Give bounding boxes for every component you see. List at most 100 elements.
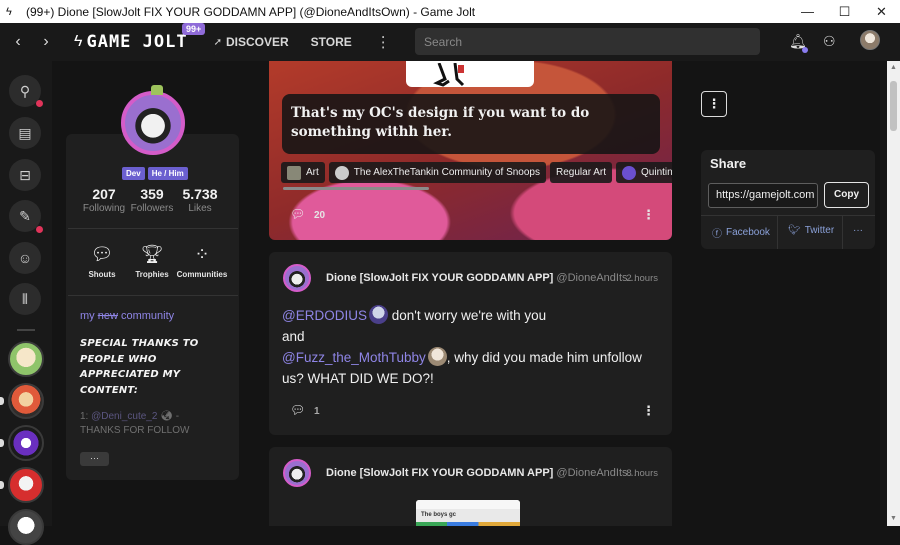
communities-tab[interactable]: ⁘ Communities [172,244,232,279]
profile-tags: Dev He / Him [122,167,188,180]
discover-label: DISCOVER [225,35,289,49]
notification-dot [802,47,808,53]
globe-emoji-icon: 🌏︎ [157,411,173,422]
scroll-up-arrow[interactable]: ▲ [887,61,900,75]
feed-post: Dione [SlowJolt FIX YOUR GODDAMN APP] @D… [269,447,672,526]
close-button[interactable]: ✕ [863,0,900,23]
post-tags: Art The AlexTheTankin Community of Snoop… [281,162,672,183]
community-link[interactable]: my new community [80,310,230,322]
tag-chip-quintin[interactable]: Quintin [616,162,672,183]
maximize-button[interactable]: ☐ [826,0,863,23]
post-options-icon[interactable]: ⋮ [642,207,655,223]
share-separator [842,216,843,249]
store-icon[interactable]: ▤ [9,117,41,149]
image-post: That's my OC's design if you want to do … [269,61,672,240]
comment-icon[interactable]: 💬︎ [290,403,305,417]
mention-erdodius[interactable]: @ERDODIUS [282,308,367,323]
post-options-icon[interactable]: ⋮ [642,403,655,419]
creator-notification-dot [36,226,43,233]
profile-avatar[interactable] [121,85,185,155]
comment-count: 1 [314,406,320,417]
chat-icon[interactable]: ☺ [9,242,41,274]
post-caption: That's my OC's design if you want to do … [282,94,660,154]
comment-icon[interactable]: 💬︎ [290,207,305,221]
community-active-indicator [0,397,4,405]
post-time[interactable]: 8 hours [626,468,658,479]
post-body: @ERDODIUS don't worry we're with you and… [282,305,652,389]
scroll-down-arrow[interactable]: ▼ [887,512,900,526]
share-url-field[interactable]: https://gamejolt.com [708,183,818,208]
feed-post: Dione [SlowJolt FIX YOUR GODDAMN APP] @D… [269,252,672,435]
author-name[interactable]: Dione [SlowJolt FIX YOUR GODDAMN APP] @D… [326,272,637,284]
discover-icon: ➚ [213,36,222,48]
copy-button[interactable]: Copy [824,182,869,208]
screenshot-strip [416,522,520,526]
store-link[interactable]: STORE [311,35,352,49]
post-screenshot-image[interactable]: The boys gc [416,500,520,526]
window-title: (99+) Dione [SlowJolt FIX YOUR GODDAMN A… [26,4,476,19]
tag-chip-community[interactable]: The AlexTheTankin Community of Snoops [328,162,546,183]
screenshot-chat-title: The boys gc [421,512,457,518]
quintin-thumb [622,165,637,180]
scroll-thumb[interactable] [890,81,897,131]
tag-chip-art[interactable]: Art [281,162,325,183]
community-avatar-5[interactable] [8,509,44,545]
more-share-button[interactable]: ··· [853,225,863,236]
back-arrow-icon[interactable]: ‹ [4,33,32,51]
top-navigation: ‹ › ϟ GAME JOLT 99+ ➚ DISCOVER STORE ⋮ S… [0,23,900,61]
community-avatar-2[interactable] [8,383,44,419]
library-icon[interactable]: ⫴ [9,283,41,315]
dev-tag: Dev [122,167,145,180]
author-handle: @DioneAndIts... [556,272,637,284]
game-jolt-logo[interactable]: ϟ GAME JOLT 99+ [74,23,206,52]
backpack-icon[interactable]: ⊟ [9,159,41,191]
activity-notification-dot [36,100,43,107]
likes-stat: 5.738 Likes [170,186,230,214]
facebook-share-button[interactable]: ⓕ Facebook [712,225,770,240]
pronoun-tag: He / Him [147,167,188,180]
profile-bio: my new community SPECIAL THANKS TO PEOPL… [80,310,230,438]
minimize-button[interactable]: — [789,0,826,23]
tag-chip-regular-art[interactable]: Regular Art [550,162,613,183]
mention-avatar [427,347,447,366]
communities-label: Communities [176,270,228,279]
twitter-share-button[interactable]: 🐦︎ Twitter [788,225,834,236]
logo-text: GAME JOLT [86,32,188,52]
mention-fuzz[interactable]: @Fuzz_the_MothTubby [282,350,426,365]
community-avatar-1[interactable] [8,341,44,377]
notification-count-badge: 99+ [182,23,206,35]
page-options-button[interactable]: ⋮ [701,91,727,117]
author-avatar[interactable] [283,264,311,292]
more-menu-icon[interactable]: ⋮ [376,33,391,51]
likes-count: 5.738 [182,186,218,202]
search-input[interactable]: Search [415,28,760,55]
thanks-list: 1: @Deni_cute_2 🌏︎ - THANKS FOR FOLLOW [80,411,190,436]
twitter-icon: 🐦︎ [788,225,801,236]
forward-arrow-icon[interactable]: › [32,33,60,51]
special-thanks-text: SPECIAL THANKS TO PEOPLE WHO APPRECIATED… [80,338,199,396]
profile-divider [68,228,238,229]
bio-expand-button[interactable]: ··· [80,452,109,466]
share-divider [701,215,875,216]
thanks-mention[interactable]: @Deni_cute_2 [91,411,157,422]
likes-label: Likes [188,203,212,214]
author-avatar[interactable] [283,459,311,487]
community-avatar-3[interactable] [8,425,44,461]
author-handle: @DioneAndIts... [556,467,637,479]
chips-scrollbar[interactable] [283,187,429,190]
sidebar-separator [17,329,35,331]
communities-icon: ⁘ [194,244,210,264]
community-active-indicator [0,481,4,489]
share-title: Share [710,156,747,171]
user-avatar[interactable] [860,30,880,50]
page-scrollbar[interactable]: ▲ ▼ [887,61,900,526]
oc-legs-drawing [433,63,465,87]
post-time[interactable]: 2 hours [626,273,658,284]
community-avatar-4[interactable] [8,467,44,503]
share-separator [777,216,778,249]
comment-count: 20 [314,210,326,221]
friends-icon[interactable]: ⚇ [823,33,836,50]
profile-divider [68,295,238,296]
discover-link[interactable]: ➚ DISCOVER [214,35,289,49]
author-name[interactable]: Dione [SlowJolt FIX YOUR GODDAMN APP] @D… [326,467,637,479]
